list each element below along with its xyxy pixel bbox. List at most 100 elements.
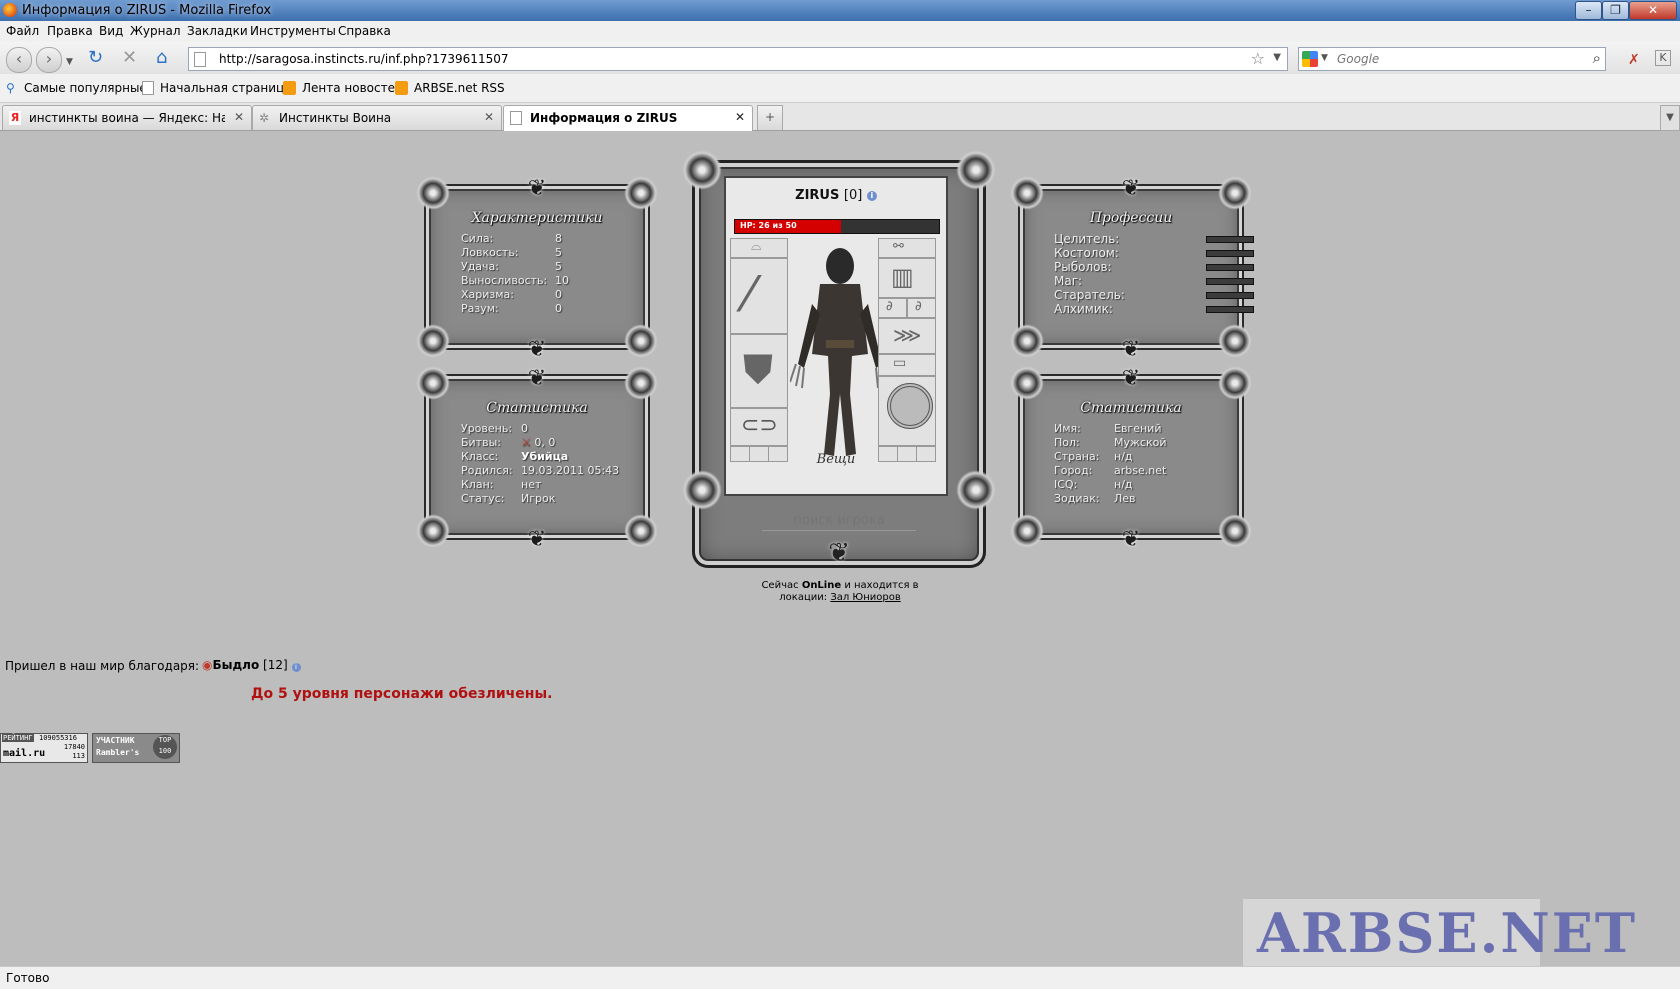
slot-ring[interactable] <box>916 446 936 462</box>
ornament-corner <box>624 514 658 548</box>
ornament-corner <box>624 324 658 358</box>
home-icon[interactable]: ⌂ <box>156 48 167 68</box>
info-label: Пол: <box>1054 436 1080 449</box>
url-dropdown-icon[interactable]: ▼ <box>1273 52 1281 63</box>
close-window-button[interactable]: ✕ <box>1629 1 1677 20</box>
menu-history[interactable]: Журнал <box>130 24 181 38</box>
menu-file[interactable]: Файл <box>6 24 39 38</box>
counter-value: 17840 <box>63 743 85 751</box>
player-search-input[interactable] <box>762 510 916 531</box>
stat-value: 8 <box>555 232 562 245</box>
search-bar[interactable]: ▼ ⌕ <box>1298 47 1606 71</box>
stat-label: Выносливость: <box>461 274 548 287</box>
belt-icon: ⊂⊃ <box>741 413 778 438</box>
new-tab-button[interactable]: + <box>757 105 783 130</box>
addon-icon[interactable]: ✗ <box>1628 50 1640 70</box>
tab-label: Инстинкты Воина <box>279 111 392 125</box>
stat-row: Класс: Убийца <box>461 450 568 464</box>
slot-weapon[interactable]: ⁄ <box>730 258 788 334</box>
search-input[interactable] <box>1335 50 1579 68</box>
menu-view[interactable]: Вид <box>99 24 123 38</box>
panel-title: Профессии <box>1089 210 1173 226</box>
stat-value: Игрок <box>521 492 556 505</box>
menu-bar: Файл Правка Вид Журнал Закладки Инструме… <box>0 21 1680 42</box>
url-text[interactable]: http://saragosa.instincts.ru/inf.php?173… <box>219 52 508 66</box>
history-dropdown-icon[interactable]: ▼ <box>66 52 73 72</box>
earring-icon: ∂ <box>915 299 922 314</box>
slot-amulet[interactable]: ⌓ <box>730 238 788 258</box>
bookmark-most-visited[interactable]: Самые популярные <box>24 81 147 95</box>
ornament-corner <box>1010 324 1044 358</box>
list-all-tabs-icon[interactable]: ▼ <box>1660 105 1680 131</box>
rambler-counter[interactable]: УЧАСТНИК Rambler's TOP 100 <box>92 733 180 763</box>
slot-ring[interactable] <box>730 446 750 462</box>
profession-row: Старатель: <box>1054 288 1254 302</box>
menu-edit[interactable]: Правка <box>47 24 93 38</box>
maximize-button[interactable]: ❐ <box>1602 1 1629 20</box>
slot-earring[interactable]: ∂ <box>878 298 907 318</box>
close-tab-icon[interactable]: ✕ <box>735 110 745 124</box>
hp-bar: HP: 26 из 50 <box>734 219 940 234</box>
addon-k-icon[interactable]: K <box>1655 50 1671 66</box>
info-icon[interactable]: i <box>291 663 301 672</box>
slot-shield[interactable] <box>878 376 936 446</box>
slot-ring[interactable] <box>768 446 788 462</box>
stat-row: Клан: нет <box>461 478 541 492</box>
character-name: ZIRUS <box>795 188 840 203</box>
stat-row: Выносливость: 10 <box>461 274 569 288</box>
info-label: Зодиак: <box>1054 492 1100 505</box>
reload-icon[interactable]: ↻ <box>88 48 103 68</box>
bookmark-star-icon[interactable]: ☆ <box>1251 49 1265 68</box>
character-frame: ZIRUS [0] i HP: 26 из 50 ⌓ ⁄ ⛊ ⊂⊃ ⚯ ▥ ∂ <box>724 176 948 496</box>
bookmark-arbse-rss[interactable]: ARBSE.net RSS <box>414 81 505 95</box>
slot-armor[interactable]: ⛊ <box>730 334 788 408</box>
slot-belt[interactable]: ⊂⊃ <box>730 408 788 446</box>
firefox-icon <box>3 3 17 17</box>
slot-earring[interactable]: ∂ <box>907 298 936 318</box>
stat-row: Родился: 19.03.2011 05:43 <box>461 464 619 478</box>
bookmark-start-page[interactable]: Начальная страница <box>160 81 292 95</box>
search-icon[interactable]: ⌕ <box>1593 49 1601 67</box>
stat-value: 19.03.2011 05:43 <box>521 464 620 477</box>
slot-cloak[interactable]: ▭ <box>878 354 936 376</box>
window-title: Информация о ZIRUS - Mozilla Firefox <box>22 3 272 18</box>
close-tab-icon[interactable]: ✕ <box>234 110 244 124</box>
info-icon[interactable]: i <box>866 190 877 201</box>
menu-tools[interactable]: Инструменты <box>250 24 336 38</box>
bookmark-news-feed[interactable]: Лента новостей <box>302 81 403 95</box>
referral-level: [12] <box>263 658 288 672</box>
address-bar[interactable]: http://saragosa.instincts.ru/inf.php?173… <box>188 47 1288 71</box>
mail-ru-logo: mail.ru <box>3 748 46 759</box>
profession-bar <box>1206 292 1254 299</box>
tab-yandex[interactable]: Я инстинкты воина — Яндекс: Наш... ✕ <box>2 105 252 130</box>
ornament-bottom: ❦ <box>1121 527 1141 552</box>
slot-ring[interactable] <box>897 446 917 462</box>
slot-helmet[interactable]: ⚯ <box>878 238 936 258</box>
stop-icon[interactable]: ✕ <box>122 48 137 68</box>
menu-bookmarks[interactable]: Закладки <box>187 24 248 38</box>
online-status-value: OnLine <box>801 580 842 591</box>
close-tab-icon[interactable]: ✕ <box>484 110 494 124</box>
referral-name[interactable]: Быдло <box>212 658 259 672</box>
referral-player[interactable]: ◉Быдло [12] i <box>202 658 301 672</box>
info-value: н/д <box>1114 478 1133 491</box>
stat-value: 0 <box>521 422 528 435</box>
location-link[interactable]: Зал Юниоров <box>830 592 900 603</box>
ornament-corner <box>416 176 450 210</box>
forward-button[interactable]: › <box>36 47 62 73</box>
tab-zirus-info[interactable]: Информация о ZIRUS ✕ <box>503 105 753 131</box>
slot-ring[interactable] <box>878 446 898 462</box>
menu-help[interactable]: Справка <box>338 24 391 38</box>
panel-title: Статистика <box>486 400 588 416</box>
slot-bracers[interactable]: ▥ <box>878 258 936 298</box>
google-icon[interactable] <box>1302 51 1318 67</box>
ornament-corner <box>956 150 996 190</box>
slot-gloves[interactable]: ⋙ <box>878 318 936 354</box>
search-engine-dropdown-icon[interactable]: ▼ <box>1321 53 1328 63</box>
minimize-button[interactable]: – <box>1575 1 1602 20</box>
slot-ring[interactable] <box>749 446 769 462</box>
mail-ru-counter[interactable]: РЕЙТИНГ 109055316 17840 113 mail.ru <box>0 733 88 763</box>
tab-instincts[interactable]: ✲ Инстинкты Воина ✕ <box>252 105 502 130</box>
back-button[interactable]: ‹ <box>6 47 32 73</box>
stat-row: Битвы: ⚔ 0, 0 <box>461 436 555 450</box>
